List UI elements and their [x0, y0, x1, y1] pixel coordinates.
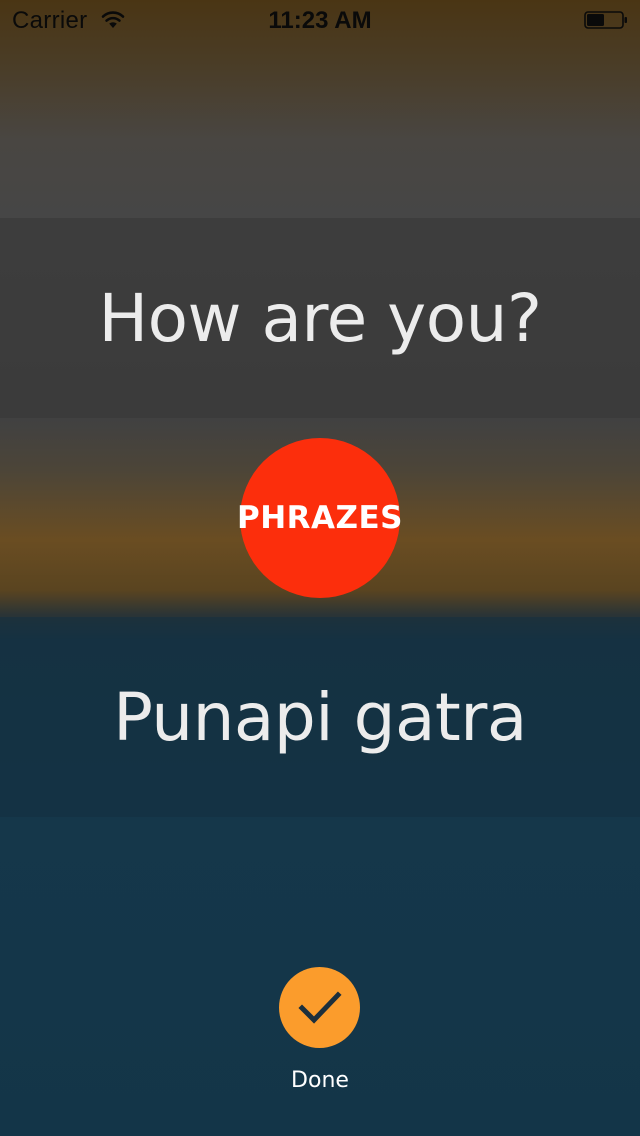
logo-label: PHRAZES: [237, 500, 404, 536]
status-bar: Carrier 11:23 AM: [0, 0, 640, 40]
battery-level-fill: [587, 14, 604, 26]
status-time: 11:23 AM: [268, 7, 372, 34]
source-phrase-text: How are you?: [98, 279, 542, 357]
translated-phrase-text: Punapi gatra: [113, 678, 527, 756]
source-phrase-band: How are you?: [0, 218, 640, 418]
checkmark-icon: [297, 990, 342, 1024]
battery-icon: [584, 11, 627, 29]
translated-phrase-band: Punapi gatra: [0, 617, 640, 817]
done-label[interactable]: Done: [0, 1068, 640, 1093]
done-button[interactable]: [279, 967, 360, 1048]
phrase-card-screen: Carrier 11:23 AM How are you? PHRAZES Pu…: [0, 0, 640, 1136]
phrazes-logo: PHRAZES: [237, 438, 404, 598]
